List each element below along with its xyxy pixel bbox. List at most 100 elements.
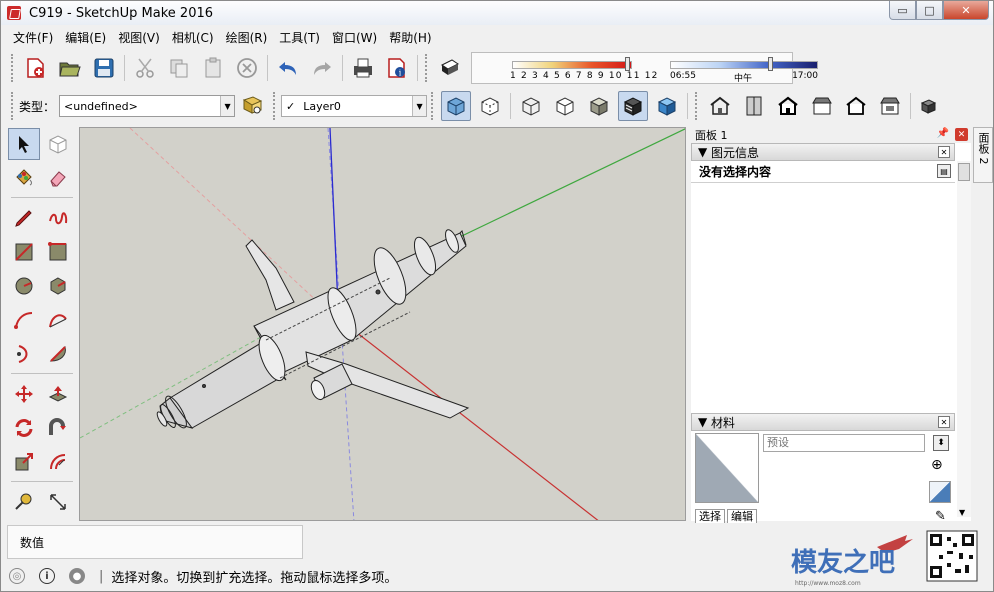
materials-header[interactable]: ▼ 材料 ✕ bbox=[691, 413, 955, 431]
menu-help[interactable]: 帮助(H) bbox=[383, 28, 437, 48]
menu-file[interactable]: 文件(F) bbox=[7, 28, 59, 48]
menu-tools[interactable]: 工具(T) bbox=[273, 28, 326, 48]
material-name-field[interactable] bbox=[763, 434, 925, 452]
pie-icon[interactable] bbox=[42, 338, 74, 370]
scale-icon[interactable] bbox=[8, 446, 40, 478]
back-view-icon[interactable] bbox=[841, 91, 871, 121]
monochrome-icon[interactable] bbox=[652, 91, 682, 121]
print-icon[interactable] bbox=[348, 53, 378, 83]
minimize-button[interactable]: ▭ bbox=[889, 1, 916, 20]
cut-icon[interactable] bbox=[130, 53, 160, 83]
time-slider-thumb[interactable] bbox=[767, 57, 773, 71]
right-view-icon[interactable] bbox=[807, 91, 837, 121]
create-material-icon[interactable]: ⊕ bbox=[931, 457, 951, 477]
paste-icon[interactable] bbox=[198, 53, 228, 83]
paint-bucket-icon[interactable] bbox=[8, 162, 40, 194]
toolbar-grip[interactable] bbox=[431, 92, 435, 120]
two-point-arc-icon[interactable] bbox=[42, 304, 74, 336]
arc-icon[interactable] bbox=[8, 304, 40, 336]
new-model-icon[interactable] bbox=[21, 53, 51, 83]
tray-tab-2[interactable]: 面板 2 bbox=[973, 127, 993, 183]
shaded-textures-icon[interactable] bbox=[618, 91, 649, 121]
close-icon[interactable]: ✕ bbox=[955, 128, 968, 141]
airplane-model-canvas[interactable] bbox=[80, 128, 686, 521]
top-view-icon[interactable] bbox=[739, 91, 769, 121]
user-account-icon[interactable]: ● bbox=[69, 568, 85, 584]
line-pencil-icon[interactable] bbox=[8, 202, 40, 234]
save-icon[interactable] bbox=[89, 53, 119, 83]
menu-camera[interactable]: 相机(C) bbox=[166, 28, 220, 48]
eraser-icon[interactable] bbox=[42, 162, 74, 194]
menu-window[interactable]: 窗口(W) bbox=[326, 28, 383, 48]
open-icon[interactable] bbox=[55, 53, 85, 83]
model-info-icon[interactable]: i bbox=[382, 53, 412, 83]
entity-info-header[interactable]: ▼ 图元信息 ✕ bbox=[691, 143, 955, 161]
close-icon[interactable]: ✕ bbox=[938, 416, 950, 428]
tab-edit[interactable]: 编辑 bbox=[727, 509, 757, 523]
tape-measure-icon[interactable] bbox=[8, 486, 40, 518]
details-toggle-icon[interactable]: ▤ bbox=[937, 164, 951, 178]
credits-info-icon[interactable]: i bbox=[39, 568, 55, 584]
close-icon[interactable]: ✕ bbox=[938, 146, 950, 158]
month-slider-thumb[interactable] bbox=[625, 57, 631, 71]
close-button[interactable]: ✕ bbox=[943, 1, 989, 20]
tab-select[interactable]: 选择 bbox=[695, 509, 725, 523]
toolbar-grip[interactable] bbox=[695, 92, 699, 120]
select-arrow-icon[interactable] bbox=[8, 128, 40, 160]
menu-view[interactable]: 视图(V) bbox=[112, 28, 166, 48]
back-edges-icon[interactable] bbox=[475, 91, 505, 121]
geo-location-icon[interactable]: ◎ bbox=[9, 568, 25, 584]
offset-icon[interactable] bbox=[42, 446, 74, 478]
polygon-icon[interactable] bbox=[42, 270, 74, 302]
scrollbar-thumb[interactable] bbox=[958, 163, 970, 181]
front-view-icon[interactable] bbox=[773, 91, 803, 121]
toolbar-grip[interactable] bbox=[11, 54, 15, 82]
rectangle-icon[interactable] bbox=[8, 236, 40, 268]
toolbar-grip[interactable] bbox=[273, 92, 277, 120]
copy-icon[interactable] bbox=[164, 53, 194, 83]
maximize-button[interactable]: □ bbox=[916, 1, 943, 20]
push-pull-icon[interactable] bbox=[42, 378, 74, 410]
move-icon[interactable] bbox=[8, 378, 40, 410]
xray-icon[interactable] bbox=[441, 91, 472, 121]
tray-scrollbar[interactable]: ▼ bbox=[957, 161, 971, 517]
shadows-toggle-icon[interactable] bbox=[435, 53, 465, 83]
time-slider-track[interactable] bbox=[670, 61, 818, 69]
component-options-icon[interactable] bbox=[237, 91, 267, 121]
toolbar-grip[interactable] bbox=[425, 54, 429, 82]
modeling-viewport[interactable] bbox=[79, 127, 686, 521]
freehand-icon[interactable] bbox=[42, 202, 74, 234]
month-slider-track[interactable] bbox=[512, 61, 632, 69]
components-icon[interactable] bbox=[916, 91, 946, 121]
iso-view-icon[interactable] bbox=[705, 91, 735, 121]
scroll-down-icon[interactable]: ▼ bbox=[959, 508, 965, 517]
redo-icon[interactable] bbox=[307, 53, 337, 83]
shaded-icon[interactable] bbox=[584, 91, 614, 121]
pin-icon[interactable]: 📌 bbox=[937, 128, 949, 139]
eyedropper-icon[interactable]: ✎ bbox=[935, 509, 946, 524]
follow-me-icon[interactable] bbox=[42, 412, 74, 444]
rotate-icon[interactable] bbox=[8, 412, 40, 444]
three-point-arc-icon[interactable] bbox=[8, 338, 40, 370]
wireframe-icon[interactable] bbox=[516, 91, 546, 121]
menu-draw[interactable]: 绘图(R) bbox=[220, 28, 274, 48]
menu-edit[interactable]: 编辑(E) bbox=[59, 28, 112, 48]
toolbar-grip[interactable] bbox=[11, 92, 15, 120]
circle-icon[interactable] bbox=[8, 270, 40, 302]
rotated-rectangle-icon[interactable] bbox=[42, 236, 74, 268]
undo-icon[interactable] bbox=[273, 53, 303, 83]
default-material-icon[interactable] bbox=[929, 481, 951, 503]
measurements-box[interactable]: 数值 bbox=[7, 525, 303, 559]
type-select[interactable]: <undefined> ▼ bbox=[59, 95, 236, 117]
dimension-icon[interactable] bbox=[42, 486, 74, 518]
erase-icon[interactable] bbox=[232, 53, 262, 83]
make-component-icon[interactable] bbox=[42, 128, 74, 160]
layer-select[interactable]: ✓ Layer0 ▼ bbox=[281, 95, 428, 117]
airplane-model[interactable] bbox=[155, 228, 470, 431]
material-swatch[interactable] bbox=[695, 433, 759, 503]
hidden-line-icon[interactable] bbox=[550, 91, 580, 121]
display-secondary-icon[interactable]: ⬍ bbox=[933, 435, 949, 451]
chevron-down-icon[interactable]: ▼ bbox=[220, 96, 235, 116]
left-view-icon[interactable] bbox=[875, 91, 905, 121]
chevron-down-icon[interactable]: ▼ bbox=[412, 96, 427, 116]
